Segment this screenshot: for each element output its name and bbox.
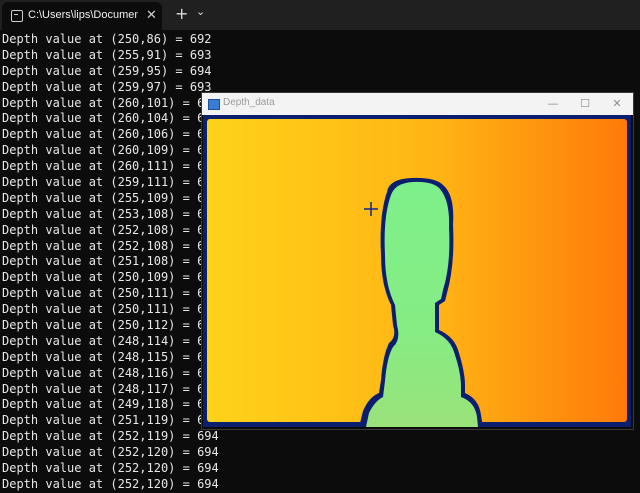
terminal-line: Depth value at (252,120) = 694 [2, 476, 219, 491]
terminal-line: Depth value at (250,86) = 692 [2, 32, 212, 46]
terminal-line: Depth value at (260,106) = 693 [2, 127, 219, 142]
terminal-line: Depth value at (259,95) = 694 [2, 63, 212, 78]
terminal-line: Depth value at (251,119) = 694 [2, 413, 219, 428]
terminal-line: Depth value at (251,108) = 693 [2, 254, 219, 269]
terminal-line: Depth value at (260,111) = 694 [2, 159, 219, 174]
terminal-line: Depth value at (252,108) = 693 [2, 222, 219, 237]
terminal-line: Depth value at (252,119) = 694 [2, 429, 219, 444]
window-titlebar[interactable]: Depth_data — ☐ ✕ [202, 93, 633, 115]
terminal-line: Depth value at (252,120) = 694 [2, 461, 219, 476]
tab-dropdown-button[interactable]: ⌄ [196, 5, 205, 18]
close-window-button[interactable]: ✕ [601, 93, 633, 115]
terminal-line: Depth value at (250,112) = 692 [2, 318, 219, 333]
depth-data-window[interactable]: Depth_data — ☐ ✕ [201, 92, 634, 430]
terminal-line: Depth value at (248,117) = 693 [2, 381, 219, 396]
depth-colormap-image [203, 115, 631, 427]
terminal-line: Depth value at (248,115) = 693 [2, 349, 219, 364]
terminal-line: Depth value at (248,114) = 693 [2, 333, 219, 348]
terminal-line: Depth value at (252,108) = 693 [2, 238, 219, 253]
maximize-button[interactable]: ☐ [569, 93, 601, 115]
terminal-line: Depth value at (260,109) = 693 [2, 143, 219, 158]
terminal-line: Depth value at (260,101) = 693 [2, 95, 219, 110]
terminal-line: Depth value at (252,120) = 694 [2, 445, 219, 460]
terminal-line: Depth value at (259,97) = 693 [2, 79, 212, 94]
depth-image-canvas[interactable] [203, 115, 631, 427]
terminal-line: Depth value at (255,109) = 692 [2, 190, 219, 205]
new-tab-button[interactable]: + [175, 4, 188, 23]
minimize-button[interactable]: — [537, 93, 569, 115]
terminal-icon [11, 10, 23, 22]
terminal-line: Depth value at (248,116) = 693 [2, 365, 219, 380]
app-window-icon [208, 99, 220, 110]
terminal-line: Depth value at (250,111) = 692 [2, 302, 219, 317]
terminal-line: Depth value at (259,111) = 693 [2, 175, 219, 190]
terminal-tab-bar: C:\Users\lips\Documents\LIPS ✕ + ⌄ [0, 0, 640, 30]
terminal-lines: Depth value at (250,86) = 692 Depth value… [2, 32, 219, 493]
terminal-line: Depth value at (250,111) = 692 [2, 286, 219, 301]
terminal-line: Depth value at (250,109) = 693 [2, 270, 219, 285]
terminal-line: Depth value at (253,108) = 693 [2, 206, 219, 221]
terminal-line: Depth value at (260,104) = 693 [2, 111, 219, 126]
terminal-line: Depth value at (249,118) = 693 [2, 397, 219, 412]
close-tab-button[interactable]: ✕ [146, 8, 157, 23]
terminal-line: Depth value at (255,91) = 693 [2, 47, 212, 62]
window-title: Depth_data [223, 97, 275, 108]
terminal-tab[interactable]: C:\Users\lips\Documents\LIPS ✕ [2, 2, 162, 30]
tab-title: C:\Users\lips\Documents\LIPS [28, 9, 138, 21]
